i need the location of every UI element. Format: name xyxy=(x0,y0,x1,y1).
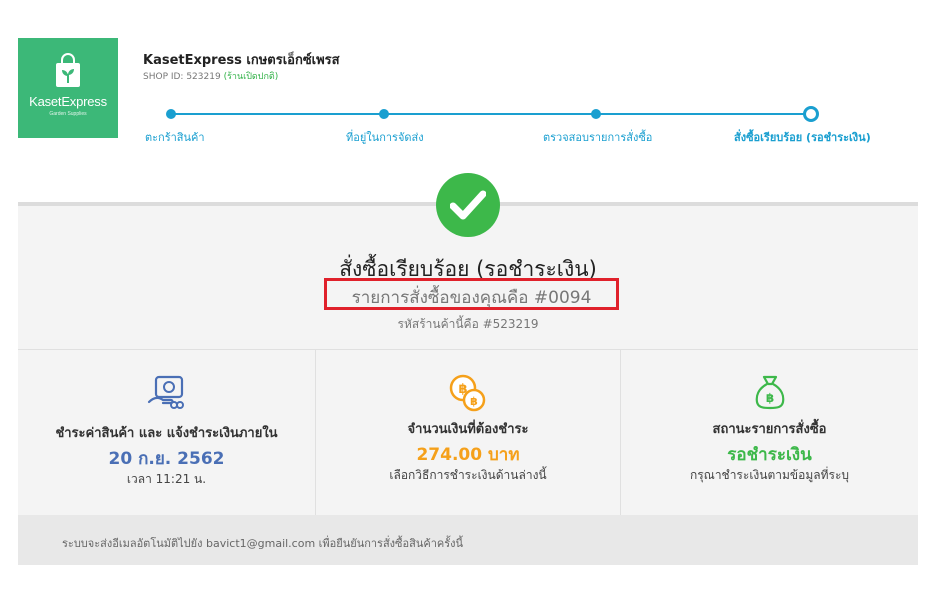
shop-name[interactable]: KasetExpress เกษตรเอ็กซ์เพรส xyxy=(143,49,340,70)
logo-brand: KasetExpress xyxy=(29,94,107,109)
shopping-bag-icon xyxy=(56,53,80,87)
amount-note: เลือกวิธีการชำระเงินด้านล่างนี้ xyxy=(389,468,547,482)
step-label-review[interactable]: ตรวจสอบรายการสั่งซื้อ xyxy=(543,128,652,146)
email-notice-bar: ระบบจะส่งอีเมลอัตโนมัติไปยัง bavict1@gma… xyxy=(18,515,918,565)
cash-payment-icon xyxy=(147,375,184,409)
svg-text:฿: ฿ xyxy=(765,391,773,405)
step-label-complete: สั่งซื้อเรียบร้อย (รอชำระเงิน) xyxy=(734,131,871,144)
money-bag-icon: ฿ xyxy=(755,375,784,410)
step-dot-address xyxy=(379,109,389,119)
order-number: รายการสั่งซื้อของคุณคือ #0094 xyxy=(351,288,592,308)
email-notice: ระบบจะส่งอีเมลอัตโนมัติไปยัง bavict1@gma… xyxy=(62,537,464,550)
step-dot-complete xyxy=(803,106,819,122)
payment-due-date: 20 ก.ย. 2562 xyxy=(108,449,225,469)
amount-heading: จำนวนเงินที่ต้องชำระ xyxy=(407,422,529,437)
order-status-value: รอชำระเงิน xyxy=(727,445,812,465)
amount-column: ฿ ฿ จำนวนเงินที่ต้องชำระ 274.00 บาท เลือ… xyxy=(316,350,620,515)
step-dot-review xyxy=(591,109,601,119)
order-status-heading: สถานะรายการสั่งซื้อ xyxy=(712,422,827,437)
amount-value: 274.00 บาท xyxy=(416,445,520,465)
step-label-address[interactable]: ที่อยู่ในการจัดส่ง xyxy=(346,128,424,146)
payment-due-heading: ชำระค่าสินค้า และ แจ้งชำระเงินภายใน xyxy=(55,426,278,441)
shop-id: SHOP ID: 523219 xyxy=(143,72,221,82)
logo-tagline: Garden Supplies xyxy=(49,111,87,117)
success-check-icon xyxy=(436,173,500,237)
payment-due-time: เวลา 11:21 น. xyxy=(126,472,207,486)
svg-text:฿: ฿ xyxy=(470,395,478,408)
order-number-highlight: รายการสั่งซื้อของคุณคือ #0094 xyxy=(324,278,619,310)
shop-meta: SHOP ID: 523219 (ร้านเปิดปกติ) xyxy=(143,69,278,83)
shop-code: รหัสร้านค้านี้คือ #523219 xyxy=(397,317,539,331)
order-status-column: ฿ สถานะรายการสั่งซื้อ รอชำระเงิน กรุณาชำ… xyxy=(621,350,918,515)
checkout-progress: ตะกร้าสินค้า ที่อยู่ในการจัดส่ง ตรวจสอบร… xyxy=(120,100,920,150)
step-dot-cart xyxy=(166,109,176,119)
shop-logo: KasetExpress Garden Supplies xyxy=(18,38,118,138)
payment-due-column: ชำระค่าสินค้า และ แจ้งชำระเงินภายใน 20 ก… xyxy=(18,350,315,515)
step-label-cart[interactable]: ตะกร้าสินค้า xyxy=(145,128,205,146)
progress-line xyxy=(171,113,811,115)
coins-icon: ฿ ฿ xyxy=(449,374,486,412)
order-status-note: กรุณาชำระเงินตามข้อมูลที่ระบุ xyxy=(689,468,850,482)
shop-status: (ร้านเปิดปกติ) xyxy=(223,72,279,82)
